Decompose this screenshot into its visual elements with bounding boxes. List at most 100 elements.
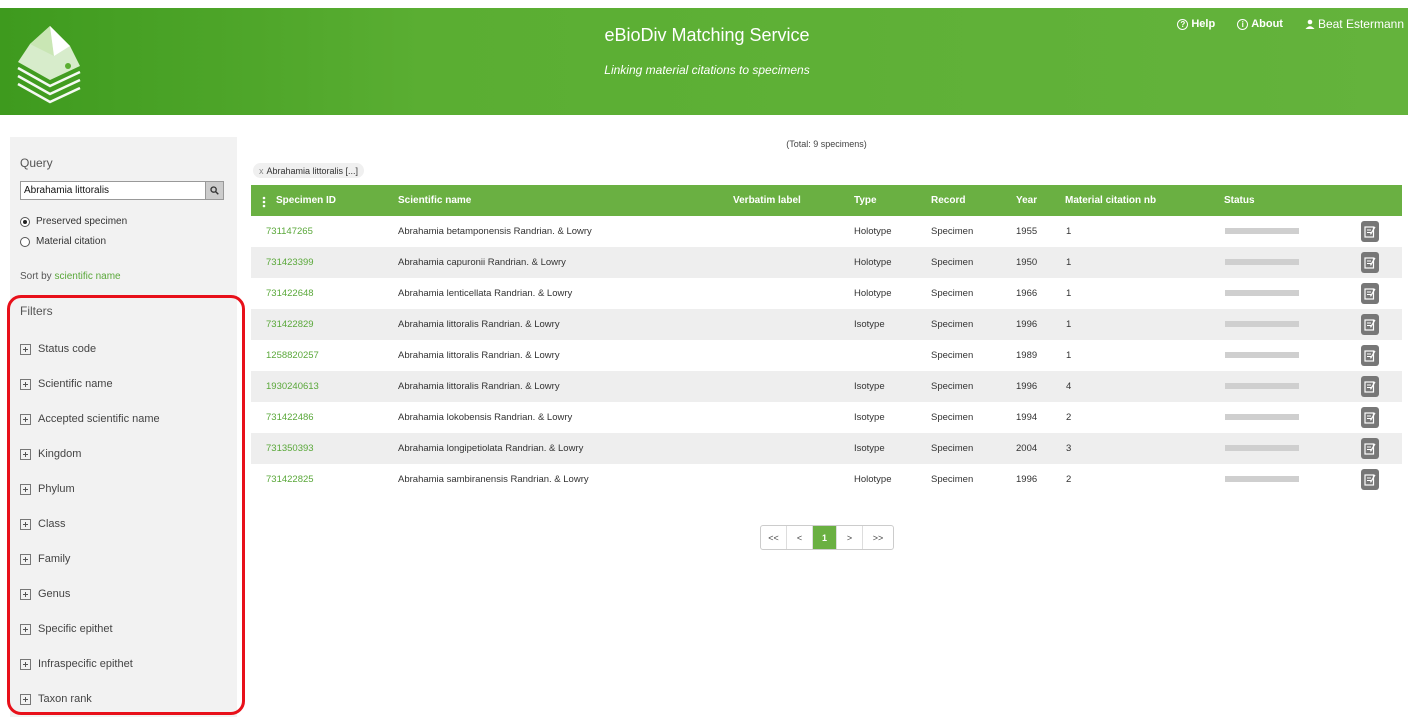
filter-scientific-name[interactable]: Scientific name xyxy=(20,378,113,390)
record-cell: Specimen xyxy=(931,288,974,299)
citation-nb-cell: 1 xyxy=(1066,319,1072,330)
about-link[interactable]: i About xyxy=(1237,18,1283,30)
expand-icon[interactable] xyxy=(20,448,31,460)
expand-icon[interactable] xyxy=(20,623,31,635)
filter-phylum[interactable]: Phylum xyxy=(20,483,75,495)
radio-button[interactable] xyxy=(20,236,30,247)
specimen-id-link[interactable]: 731423399 xyxy=(266,257,314,268)
scientific-name-cell: Abrahamia capuronii Randrian. & Lowry xyxy=(398,257,566,268)
about-label: About xyxy=(1251,18,1283,30)
edit-icon xyxy=(1364,412,1376,424)
specimen-id-link[interactable]: 731422648 xyxy=(266,288,314,299)
specimen-id-link[interactable]: 1930240613 xyxy=(266,381,319,392)
column-menu-icon[interactable] xyxy=(262,196,266,208)
filter-status-code[interactable]: Status code xyxy=(20,343,96,355)
year-cell: 1955 xyxy=(1016,226,1038,237)
search-input[interactable] xyxy=(20,181,206,200)
search-button[interactable] xyxy=(206,181,224,200)
expand-icon[interactable] xyxy=(20,553,31,565)
edit-button[interactable] xyxy=(1361,345,1379,366)
col-status[interactable]: Status xyxy=(1224,195,1255,206)
year-cell: 1994 xyxy=(1016,412,1038,423)
help-icon: ? xyxy=(1177,18,1189,30)
specimen-id-link[interactable]: 731422486 xyxy=(266,412,314,423)
scientific-name-cell: Abrahamia littoralis Randrian. & Lowry xyxy=(398,381,560,392)
expand-icon[interactable] xyxy=(20,693,31,705)
edit-button[interactable] xyxy=(1361,252,1379,273)
edit-button[interactable] xyxy=(1361,407,1379,428)
top-links: ? Help i About Beat Estermann xyxy=(1177,17,1404,31)
specimen-id-link[interactable]: 731422829 xyxy=(266,319,314,330)
scientific-name-cell: Abrahamia lenticellata Randrian. & Lowry xyxy=(398,288,573,299)
status-bar xyxy=(1225,259,1299,265)
expand-icon[interactable] xyxy=(20,483,31,495)
expand-icon[interactable] xyxy=(20,343,31,355)
filter-infraspecific-epithet[interactable]: Infraspecific epithet xyxy=(20,658,133,670)
filter-family[interactable]: Family xyxy=(20,553,70,565)
chip-remove-icon[interactable]: x xyxy=(259,166,264,176)
type-cell: Isotype xyxy=(854,443,885,454)
search-box xyxy=(20,181,224,200)
filter-kingdom[interactable]: Kingdom xyxy=(20,448,81,460)
edit-icon xyxy=(1364,474,1376,486)
col-scientific-name[interactable]: Scientific name xyxy=(398,195,471,206)
page-next-button[interactable]: > xyxy=(837,526,863,549)
edit-button[interactable] xyxy=(1361,469,1379,490)
table-row[interactable]: 731350393 Abrahamia longipetiolata Randri… xyxy=(251,433,1402,464)
col-record[interactable]: Record xyxy=(931,195,965,206)
edit-button[interactable] xyxy=(1361,314,1379,335)
expand-icon[interactable] xyxy=(20,658,31,670)
col-verbatim-label[interactable]: Verbatim label xyxy=(733,195,801,206)
radio-material-citation[interactable]: Material citation xyxy=(20,236,106,247)
radio-button-checked[interactable] xyxy=(20,216,30,227)
table-row[interactable]: 731423399 Abrahamia capuronii Randrian. &… xyxy=(251,247,1402,278)
filter-specific-epithet[interactable]: Specific epithet xyxy=(20,623,113,635)
filter-class[interactable]: Class xyxy=(20,518,66,530)
record-cell: Specimen xyxy=(931,381,974,392)
col-specimen-id[interactable]: Specimen ID xyxy=(276,195,336,206)
page-prev-button[interactable]: < xyxy=(787,526,813,549)
filter-label: Infraspecific epithet xyxy=(38,658,133,670)
specimen-id-link[interactable]: 731147265 xyxy=(266,226,313,237)
edit-button[interactable] xyxy=(1361,283,1379,304)
filter-taxon-rank[interactable]: Taxon rank xyxy=(20,693,92,705)
expand-icon[interactable] xyxy=(20,413,31,425)
table-row[interactable]: 731422648 Abrahamia lenticellata Randrian… xyxy=(251,278,1402,309)
filter-label: Specific epithet xyxy=(38,623,113,635)
table-row[interactable]: 1258820257 Abrahamia littoralis Randrian.… xyxy=(251,340,1402,371)
expand-icon[interactable] xyxy=(20,378,31,390)
edit-button[interactable] xyxy=(1361,376,1379,397)
year-cell: 1996 xyxy=(1016,319,1038,330)
edit-button[interactable] xyxy=(1361,438,1379,459)
table-row[interactable]: 1930240613 Abrahamia littoralis Randrian.… xyxy=(251,371,1402,402)
filter-accepted-scientific-name[interactable]: Accepted scientific name xyxy=(20,413,160,425)
specimen-id-link[interactable]: 731350393 xyxy=(266,443,314,454)
user-menu[interactable]: Beat Estermann xyxy=(1305,17,1404,31)
edit-button[interactable] xyxy=(1361,221,1379,242)
type-cell: Holotype xyxy=(854,226,892,237)
filter-label: Status code xyxy=(38,343,97,355)
sort-field-link[interactable]: scientific name xyxy=(54,271,120,282)
year-cell: 1950 xyxy=(1016,257,1038,268)
page-current-button[interactable]: 1 xyxy=(813,526,837,549)
page-last-button[interactable]: >> xyxy=(863,526,893,549)
radio-label: Preserved specimen xyxy=(36,216,128,227)
col-type[interactable]: Type xyxy=(854,195,877,206)
col-year[interactable]: Year xyxy=(1016,195,1037,206)
radio-preserved-specimen[interactable]: Preserved specimen xyxy=(20,216,127,227)
table-row[interactable]: 731422486 Abrahamia lokobensis Randrian. … xyxy=(251,402,1402,433)
specimen-id-link[interactable]: 731422825 xyxy=(266,474,314,485)
query-chip[interactable]: x Abrahamia littoralis [...] xyxy=(253,163,365,178)
specimen-id-link[interactable]: 1258820257 xyxy=(266,350,319,361)
filter-genus[interactable]: Genus xyxy=(20,588,70,600)
table-row[interactable]: 731422825 Abrahamia sambiranensis Randria… xyxy=(251,464,1402,495)
table-row[interactable]: 731422829 Abrahamia littoralis Randrian. … xyxy=(251,309,1402,340)
table-body: 731147265 Abrahamia betamponensis Randria… xyxy=(251,216,1402,495)
expand-icon[interactable] xyxy=(20,588,31,600)
help-link[interactable]: ? Help xyxy=(1177,18,1215,30)
col-material-citation-nb[interactable]: Material citation nb xyxy=(1065,195,1156,206)
page-first-button[interactable]: << xyxy=(761,526,787,549)
expand-icon[interactable] xyxy=(20,518,31,530)
table-row[interactable]: 731147265 Abrahamia betamponensis Randria… xyxy=(251,216,1402,247)
status-bar xyxy=(1225,352,1299,358)
